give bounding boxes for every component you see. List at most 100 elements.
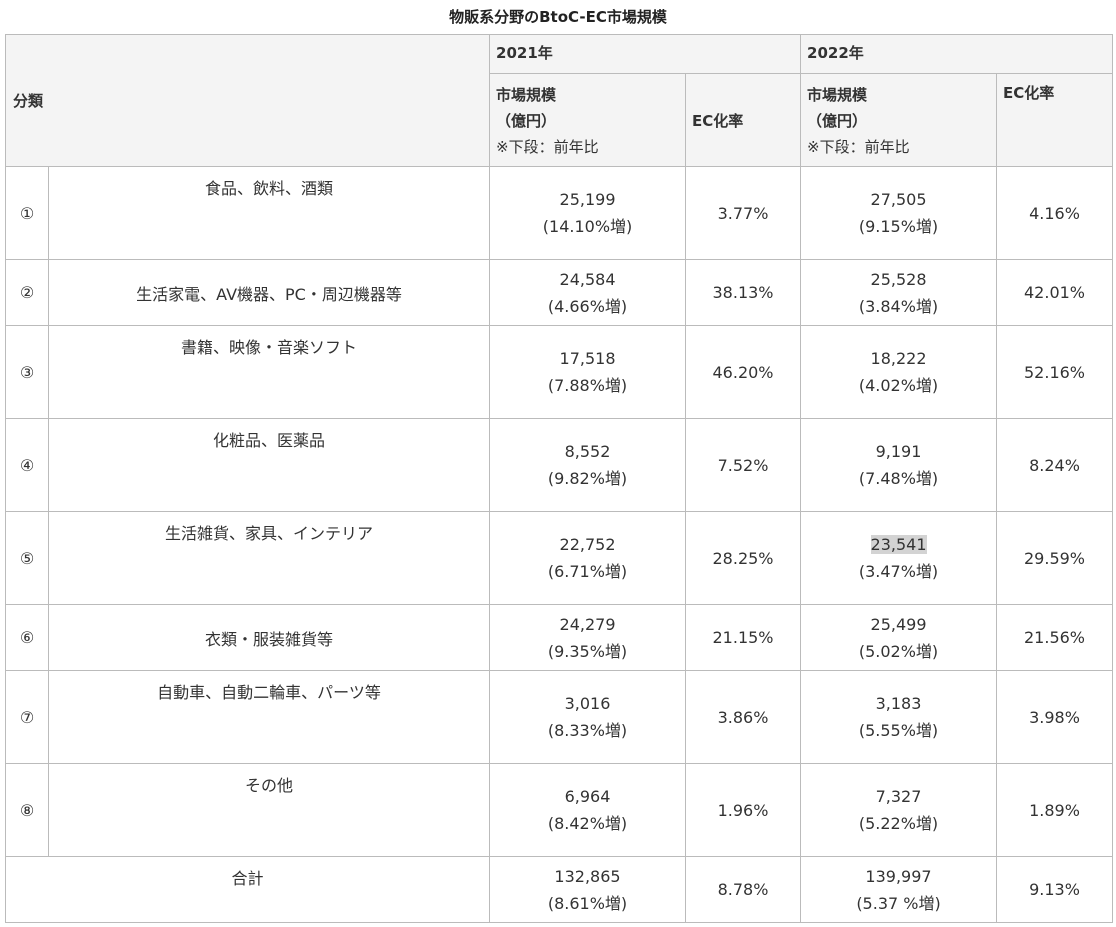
total-market-2022-cell: 139,997 (5.37 %増) xyxy=(800,856,998,923)
market-2021-cell: 22,752 (6.71%増) xyxy=(489,511,687,605)
header-market-2022: 市場規模 （億円） ※下段：前年比 xyxy=(800,73,998,167)
ec-rate-2022: 8.24% xyxy=(996,418,1114,512)
header-market-2021: 市場規模 （億円） ※下段：前年比 xyxy=(489,73,687,167)
ec-rate-2022: 1.89% xyxy=(996,763,1114,857)
market-growth: (8.33%増) xyxy=(547,721,628,740)
market-2022-cell: 18,222 (4.02%増) xyxy=(800,325,998,419)
market-growth: (3.84%増) xyxy=(858,296,939,316)
ec-rate-2021: 3.77% xyxy=(685,166,802,260)
header-ec-rate-2021: EC化率 xyxy=(685,73,802,167)
market-value: 25,199 xyxy=(559,190,616,209)
total-market-value: 132,865 xyxy=(554,866,621,886)
market-2022-cell: 23,541 (3.47%増) xyxy=(800,511,998,605)
market-2021-cell: 6,964 (8.42%増) xyxy=(489,763,687,857)
table-row: ④ 化粧品、医薬品 8,552 (9.82%増) 7.52% 9,191 (7.48… xyxy=(5,418,1114,512)
row-number: ① xyxy=(5,166,49,260)
table-row: ② 生活家電、AV機器、PC・周辺機器等 24,584 (4.66%増) 38.1… xyxy=(5,259,1114,326)
total-label: 合計 xyxy=(4,856,491,923)
market-value: 3,016 xyxy=(564,694,611,713)
header-category: 分類 xyxy=(4,34,491,167)
market-value: 8,552 xyxy=(564,442,611,461)
market-growth: (3.47%増) xyxy=(858,562,939,581)
market-growth: (5.02%増) xyxy=(858,641,939,661)
header-ec-rate-2022: EC化率 xyxy=(996,73,1114,167)
table-row: ⑦ 自動車、自動二輪車、パーツ等 3,016 (8.33%増) 3.86% 3,1… xyxy=(5,670,1114,764)
total-market-value: 139,997 xyxy=(865,866,932,886)
table-row: ③ 書籍、映像・音楽ソフト 17,518 (7.88%増) 46.20% 18,2… xyxy=(5,325,1114,419)
market-growth: (8.42%増) xyxy=(547,814,628,833)
header-market-label: 市場規模 xyxy=(496,86,557,104)
market-2021-cell: 8,552 (9.82%増) xyxy=(489,418,687,512)
market-2021-cell: 25,199 (14.10%増) xyxy=(489,166,687,260)
ec-rate-2021: 46.20% xyxy=(685,325,802,419)
market-growth: (4.66%増) xyxy=(547,296,628,316)
market-2022-cell: 7,327 (5.22%増) xyxy=(800,763,998,857)
total-market-growth: (8.61%増) xyxy=(547,893,628,913)
market-value: 25,528 xyxy=(870,269,927,289)
header-row-years: 分類 2021年 2022年 xyxy=(4,34,1114,167)
market-value: 22,752 xyxy=(559,535,616,554)
row-number: ⑦ xyxy=(5,670,49,764)
market-growth: (9.35%増) xyxy=(547,641,628,661)
market-value: 27,505 xyxy=(870,190,927,209)
ec-rate-2022: 4.16% xyxy=(996,166,1114,260)
market-value: 23,541 xyxy=(801,531,996,558)
row-number: ⑤ xyxy=(5,511,49,605)
header-market-unit: （億円） xyxy=(807,112,868,130)
market-value: 24,279 xyxy=(559,614,616,634)
ec-rate-2022: 42.01% xyxy=(996,259,1114,326)
market-2021-cell: 24,279 (9.35%増) xyxy=(489,604,687,671)
ec-rate-2022: 52.16% xyxy=(996,325,1114,419)
ec-rate-2021: 1.96% xyxy=(685,763,802,857)
market-growth: (14.10%増) xyxy=(542,217,633,236)
header-year-2022: 2022年 xyxy=(800,34,1114,74)
market-2022-cell: 25,499 (5.02%増) xyxy=(800,604,998,671)
total-row: 合計 132,865 (8.61%増) 8.78% 139,997 (5.37 %増… xyxy=(4,856,1114,923)
market-2021-cell: 3,016 (8.33%増) xyxy=(489,670,687,764)
row-category-name: 化粧品、医薬品 xyxy=(47,418,491,512)
row-number: ⑧ xyxy=(5,763,49,857)
ec-market-table: 分類 2021年 2022年 市場規模 （億円） ※下段：前年比 EC化率 市場… xyxy=(4,34,1114,923)
table-row: ⑧ その他 6,964 (8.42%増) 1.96% 7,327 (5.22%増) … xyxy=(5,763,1114,857)
row-number: ③ xyxy=(5,325,49,419)
market-growth: (5.55%増) xyxy=(858,721,939,740)
ec-rate-2021: 3.86% xyxy=(685,670,802,764)
market-2021-cell: 17,518 (7.88%増) xyxy=(489,325,687,419)
table-caption: 物販系分野のBtoC-EC市場規模 xyxy=(449,8,667,26)
market-value: 3,183 xyxy=(875,694,922,713)
market-value: 9,191 xyxy=(875,442,922,461)
row-category-name: 食品、飲料、酒類 xyxy=(47,166,491,260)
header-market-note: ※下段：前年比 xyxy=(496,138,599,156)
total-market-growth: (5.37 %増) xyxy=(856,893,941,913)
market-growth: (7.88%増) xyxy=(547,376,628,395)
header-market-label: 市場規模 xyxy=(807,86,868,104)
total-market-2021-cell: 132,865 (8.61%増) xyxy=(489,856,687,923)
row-category-name: 衣類・服装雑貨等 xyxy=(47,604,491,671)
market-value: 24,584 xyxy=(559,269,616,289)
ec-rate-2021: 7.52% xyxy=(685,418,802,512)
market-growth: (7.48%増) xyxy=(858,469,939,488)
header-market-unit: （億円） xyxy=(496,112,557,130)
ec-rate-2022: 29.59% xyxy=(996,511,1114,605)
row-category-name: その他 xyxy=(47,763,491,857)
market-growth: (6.71%増) xyxy=(547,562,628,581)
row-category-name: 自動車、自動二輪車、パーツ等 xyxy=(47,670,491,764)
ec-rate-2022: 3.98% xyxy=(996,670,1114,764)
header-market-note: ※下段：前年比 xyxy=(807,138,910,156)
market-2022-cell: 9,191 (7.48%増) xyxy=(800,418,998,512)
market-value: 7,327 xyxy=(875,787,922,806)
ec-rate-2021: 21.15% xyxy=(685,604,802,671)
market-2022-cell: 25,528 (3.84%増) xyxy=(800,259,998,326)
market-2021-cell: 24,584 (4.66%増) xyxy=(489,259,687,326)
market-value: 18,222 xyxy=(870,349,927,368)
row-category-name: 生活家電、AV機器、PC・周辺機器等 xyxy=(47,259,491,326)
ec-rate-2022: 21.56% xyxy=(996,604,1114,671)
table-row: ① 食品、飲料、酒類 25,199 (14.10%増) 3.77% 27,505 (… xyxy=(5,166,1114,260)
market-value: 6,964 xyxy=(564,787,611,806)
row-number: ④ xyxy=(5,418,49,512)
total-ec-rate-2021: 8.78% xyxy=(685,856,802,923)
highlighted-value: 23,541 xyxy=(870,535,927,554)
table-row: ⑤ 生活雑貨、家具、インテリア 22,752 (6.71%増) 28.25% 23… xyxy=(5,511,1114,605)
table-row: ⑥ 衣類・服装雑貨等 24,279 (9.35%増) 21.15% 25,499 (… xyxy=(5,604,1114,671)
row-number: ⑥ xyxy=(5,604,49,671)
